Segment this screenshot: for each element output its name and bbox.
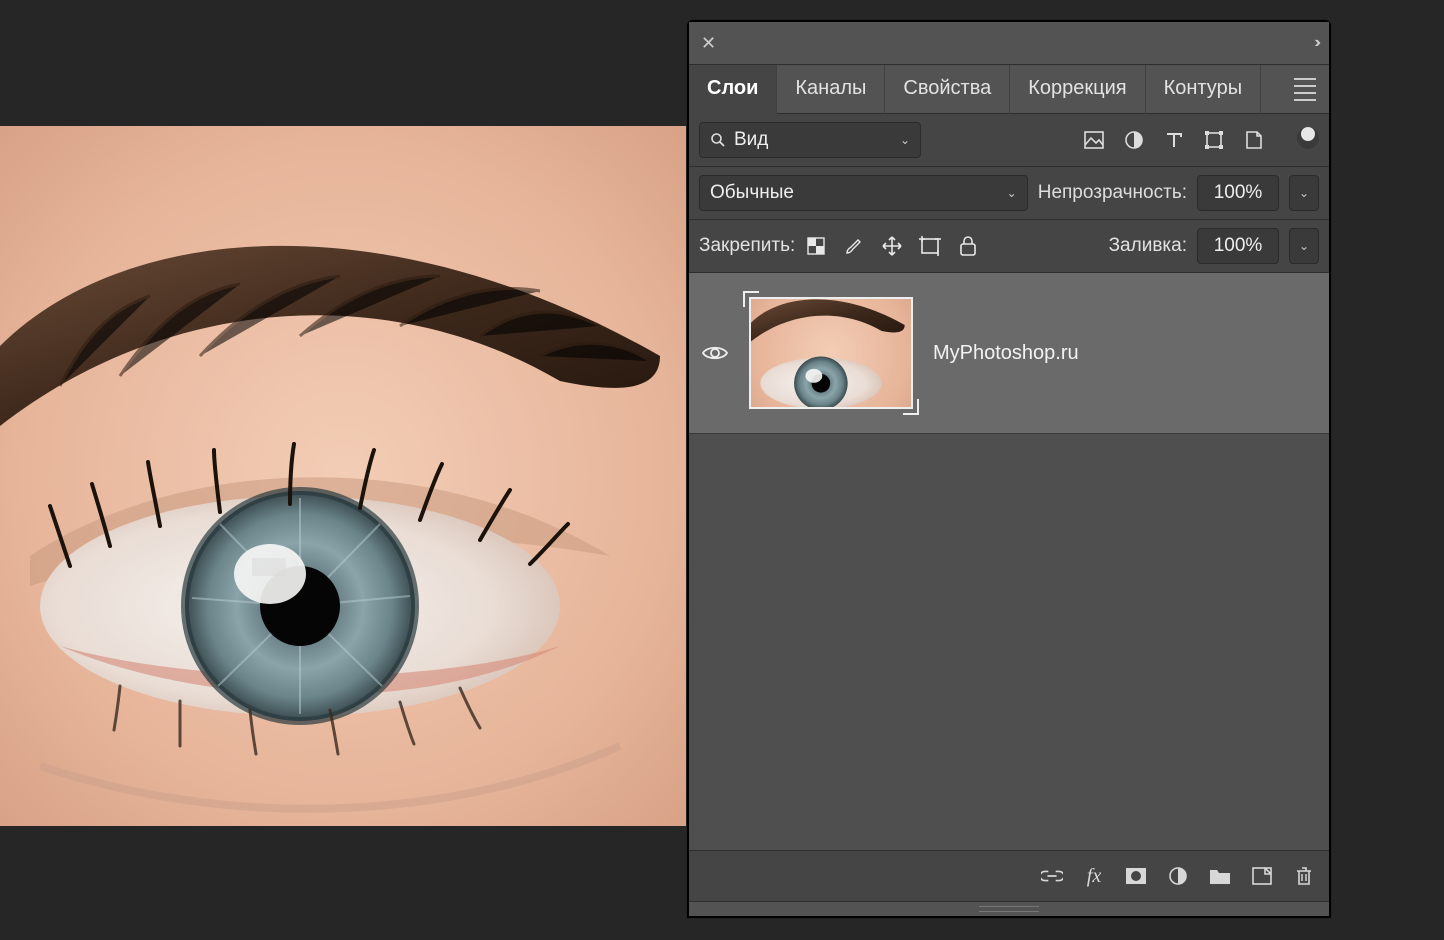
panel-resize-grip[interactable] xyxy=(689,901,1329,916)
tab-label: Каналы xyxy=(795,77,866,100)
opacity-value[interactable]: 100% xyxy=(1197,175,1279,211)
document-canvas[interactable] xyxy=(0,126,687,826)
layers-panel: ✕ ›› Слои Каналы Свойства Коррекция Конт… xyxy=(687,20,1331,918)
new-adjustment-icon[interactable] xyxy=(1167,865,1189,887)
new-layer-icon[interactable] xyxy=(1251,865,1273,887)
layers-list: MyPhotoshop.ru xyxy=(689,273,1329,850)
tab-label: Свойства xyxy=(903,77,991,100)
tab-layers[interactable]: Слои xyxy=(689,65,777,114)
lock-icons xyxy=(805,235,979,257)
panel-titlebar: ✕ ›› xyxy=(689,22,1329,65)
panel-tabs: Слои Каналы Свойства Коррекция Контуры xyxy=(689,65,1329,114)
lock-artboard-icon[interactable] xyxy=(919,235,941,257)
add-mask-icon[interactable] xyxy=(1125,865,1147,887)
link-layers-icon[interactable] xyxy=(1041,865,1063,887)
chevron-down-icon: ⌄ xyxy=(900,133,910,147)
panel-footer: fx xyxy=(689,850,1329,901)
filter-shape-icon[interactable] xyxy=(1203,129,1225,151)
opacity-chevron[interactable]: ⌄ xyxy=(1289,175,1319,211)
eye-photo xyxy=(0,126,687,826)
new-group-icon[interactable] xyxy=(1209,865,1231,887)
filter-type-icon[interactable] xyxy=(1163,129,1185,151)
lock-all-icon[interactable] xyxy=(957,235,979,257)
search-icon xyxy=(710,132,726,148)
tab-properties[interactable]: Свойства xyxy=(885,65,1010,114)
lock-row: Закрепить: Заливка: 100% ⌄ xyxy=(689,220,1329,273)
filter-smartobject-icon[interactable] xyxy=(1243,129,1265,151)
filter-adjustment-icon[interactable] xyxy=(1123,129,1145,151)
lock-label: Закрепить: xyxy=(699,235,795,257)
panel-menu-icon[interactable] xyxy=(1287,71,1323,107)
collapse-panel-icon[interactable]: ›› xyxy=(1308,34,1323,52)
filter-label: Вид xyxy=(734,129,892,151)
fill-value[interactable]: 100% xyxy=(1197,228,1279,264)
layer-name[interactable]: MyPhotoshop.ru xyxy=(933,342,1079,365)
filter-row: Вид ⌄ xyxy=(689,114,1329,167)
layer-row[interactable]: MyPhotoshop.ru xyxy=(689,273,1329,434)
blend-mode-dropdown[interactable]: Обычные ⌄ xyxy=(699,175,1028,211)
tab-label: Контуры xyxy=(1164,77,1242,100)
tab-paths[interactable]: Контуры xyxy=(1146,65,1261,114)
lock-position-icon[interactable] xyxy=(881,235,903,257)
layer-visibility-icon[interactable] xyxy=(701,339,729,367)
tab-label: Слои xyxy=(707,77,758,100)
fx-icon[interactable]: fx xyxy=(1083,865,1105,887)
delete-layer-icon[interactable] xyxy=(1293,865,1315,887)
opacity-label: Непрозрачность: xyxy=(1038,182,1187,204)
fill-chevron[interactable]: ⌄ xyxy=(1289,228,1319,264)
fill-label: Заливка: xyxy=(1109,235,1187,257)
filter-toggle[interactable] xyxy=(1301,127,1315,141)
filter-image-icon[interactable] xyxy=(1083,129,1105,151)
tab-label: Коррекция xyxy=(1028,77,1126,100)
layer-filter-dropdown[interactable]: Вид ⌄ xyxy=(699,122,921,158)
tab-channels[interactable]: Каналы xyxy=(777,65,885,114)
thumbnail-image xyxy=(751,299,911,407)
lock-pixels-icon[interactable] xyxy=(805,235,827,257)
close-icon[interactable]: ✕ xyxy=(695,33,722,54)
blend-mode-label: Обычные xyxy=(710,182,999,204)
tab-adjustments[interactable]: Коррекция xyxy=(1010,65,1145,114)
chevron-down-icon: ⌄ xyxy=(1007,186,1017,200)
blend-row: Обычные ⌄ Непрозрачность: 100% ⌄ xyxy=(689,167,1329,220)
lock-brush-icon[interactable] xyxy=(843,235,865,257)
layer-thumbnail[interactable] xyxy=(749,297,913,409)
filter-type-icons xyxy=(1083,129,1319,151)
panel-body: Вид ⌄ Обычные ⌄ Непрозрачность: 100% ⌄ З… xyxy=(689,114,1329,916)
